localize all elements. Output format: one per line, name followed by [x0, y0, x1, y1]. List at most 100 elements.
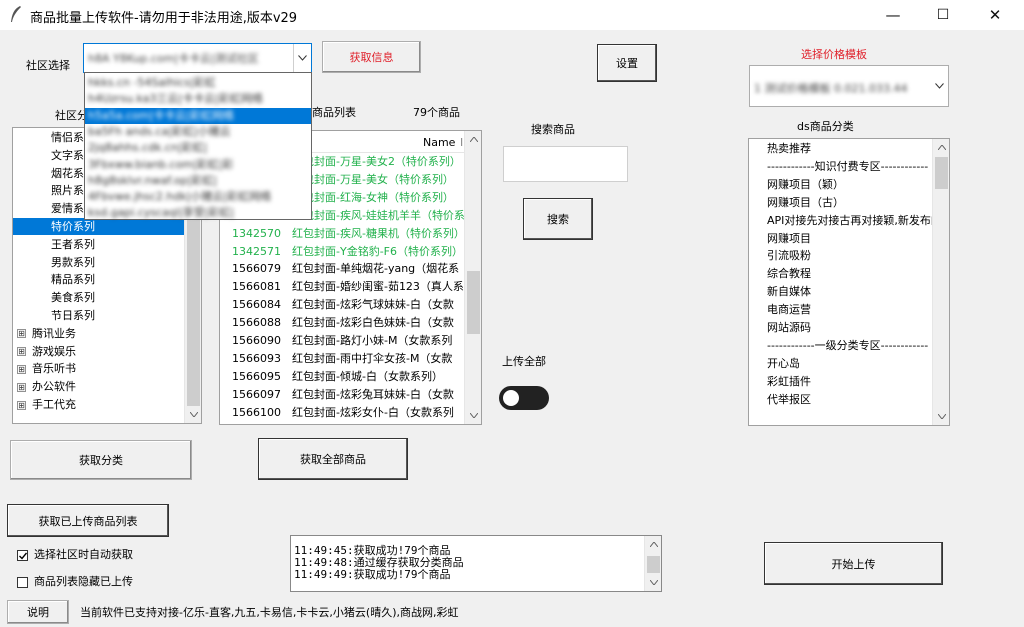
table-row[interactable]: 1566088 红包封面-炫彩白色妹妹-白（女款 [220, 314, 466, 332]
expand-icon[interactable]: ⊞ [17, 364, 26, 374]
list-item[interactable]: 代举报区 [749, 391, 935, 409]
table-row[interactable]: 1566090 红包封面-路灯小妹-M（女款系列 [220, 332, 466, 350]
log-scrollbar[interactable] [644, 536, 661, 591]
scroll-up-icon[interactable] [465, 131, 481, 148]
price-template-select[interactable]: 1 测试价格模板 0.021.033.44 [749, 65, 949, 107]
scroll-thumb[interactable] [935, 157, 948, 189]
settings-button[interactable]: 设置 [597, 44, 657, 82]
community-option[interactable]: ksd.gapi.cyscaql|享受|彩虹| [85, 205, 311, 221]
tree-group[interactable]: ⊞ 腾讯业务 [17, 325, 76, 342]
community-option[interactable]: 3Fbxww.bianb.com|彩虹|彩 [85, 157, 311, 173]
scroll-thumb[interactable] [187, 201, 200, 406]
list-item[interactable]: 网赚项目（古） [749, 194, 935, 212]
start-upload-button[interactable]: 开始上传 [764, 542, 943, 585]
log-lines: 11:49:45:获取成功!79个商品 11:49:48:通过缓存获取分类商品 11… [294, 545, 464, 581]
tree-group[interactable]: ⊞ 办公软件 [17, 378, 76, 395]
chevron-down-icon[interactable] [293, 44, 311, 72]
fetch-category-button[interactable]: 获取分类 [10, 440, 192, 480]
scroll-down-icon[interactable] [645, 574, 661, 591]
hide-uploaded-checkbox[interactable] [17, 576, 28, 588]
community-option[interactable]: 4Fbvwe.jhsc2.hdk|小猪云|彩虹网络 [85, 189, 311, 205]
community-option-label: 4Fbvwe.jhsc2.hdk|小猪云|彩虹网络 [88, 190, 272, 204]
scroll-up-icon[interactable] [645, 536, 661, 553]
tree-group[interactable]: ⊞ 手工代充 [17, 396, 76, 413]
list-item[interactable]: 开心岛 [749, 355, 935, 373]
list-item[interactable]: 热卖推荐 [749, 140, 935, 158]
tree-group-label: 手工代充 [32, 398, 76, 411]
tree-item[interactable]: 节日系列 [13, 307, 185, 324]
table-row[interactable]: 1342571 红包封面-Y金铭豹-F6（特价系列） [220, 243, 466, 261]
community-option[interactable]: h8g8sklvr.nwaf.op|彩虹| [85, 173, 311, 189]
tree-group[interactable]: ⊞ 游戏娱乐 [17, 343, 76, 360]
product-id: 1566079 [232, 262, 281, 276]
table-row[interactable]: 1566097 红包封面-炫彩兔耳妹妹-白（女款 [220, 386, 466, 404]
community-dropdown[interactable]: hkks.cn -54Salhics|彩虹 h4Uzrsu.ka3三云|卡卡云|彩… [84, 72, 312, 220]
scroll-thumb[interactable] [647, 556, 660, 573]
product-table-scrollbar[interactable] [464, 131, 481, 424]
expand-icon[interactable]: ⊞ [17, 400, 26, 410]
hide-uploaded-option[interactable]: 商品列表隐藏已上传 [17, 573, 133, 589]
tree-group[interactable]: ⊞ 音乐听书 [17, 360, 76, 377]
table-row[interactable]: 1566084 红包封面-炫彩气球妹妹-白（女款 [220, 296, 466, 314]
list-item[interactable]: 新自媒体 [749, 283, 935, 301]
list-item[interactable]: 电商运营 [749, 301, 935, 319]
help-button[interactable]: 说明 [7, 600, 69, 624]
table-row[interactable]: 1566100 红包封面-炫彩女仆-白（女款系列 [220, 404, 466, 422]
community-option[interactable]: 2jq8ahhs.cdk.cn|彩虹| [85, 140, 311, 156]
chevron-down-icon[interactable] [930, 66, 948, 106]
list-item[interactable]: 网站源码 [749, 319, 935, 337]
search-input[interactable] [503, 146, 628, 182]
table-row[interactable]: 1566095 红包封面-倾城-白（女款系列） [220, 368, 466, 386]
fetch-all-products-button[interactable]: 获取全部商品 [258, 438, 408, 480]
table-row[interactable]: 1342570 红包封面-疾风-糖果机（特价系列） [220, 225, 466, 243]
table-row[interactable]: 1566093 红包封面-雨中打伞女孩-M（女款 [220, 350, 466, 368]
expand-icon[interactable]: ⊞ [17, 329, 26, 339]
column-header-name[interactable]: Name [423, 136, 455, 149]
footer-support-text: 当前软件已支持对接-亿乐-直客,九五,卡易信,卡卡云,小猪云(晴久),商战网,彩… [80, 606, 459, 619]
expand-icon[interactable]: ⊞ [17, 347, 26, 357]
list-item[interactable]: 网赚项目（颖） [749, 176, 935, 194]
scroll-down-icon[interactable] [465, 407, 481, 424]
search-label: 搜索商品 [531, 123, 575, 136]
column-header-next[interactable]: I [460, 136, 463, 149]
list-item[interactable]: 综合教程 [749, 265, 935, 283]
close-button[interactable]: ✕ [972, 0, 1018, 30]
scroll-down-icon[interactable] [185, 406, 201, 423]
tree-item[interactable]: 男款系列 [13, 254, 185, 271]
table-row[interactable]: 1566081 红包封面-婚纱闺蜜-茹123（真人系 [220, 278, 466, 296]
expand-icon[interactable]: ⊞ [17, 382, 26, 392]
fetch-uploaded-button[interactable]: 获取已上传商品列表 [7, 504, 169, 537]
tree-item[interactable]: 美食系列 [13, 289, 185, 306]
maximize-button[interactable]: ☐ [920, 0, 966, 30]
app-feather-icon [11, 6, 21, 22]
log-box[interactable]: 11:49:45:获取成功!79个商品 11:49:48:通过缓存获取分类商品 11… [290, 535, 662, 592]
list-item[interactable]: ------------知识付费专区------------ [749, 158, 935, 176]
scroll-down-icon[interactable] [933, 408, 949, 425]
minimize-button[interactable]: — [870, 0, 916, 30]
search-button[interactable]: 搜索 [523, 198, 593, 240]
auto-fetch-checkbox[interactable] [17, 549, 28, 561]
list-item[interactable]: 引流吸粉 [749, 247, 935, 265]
tree-item[interactable]: 精品系列 [13, 271, 185, 288]
scroll-thumb[interactable] [467, 271, 480, 334]
list-item[interactable]: ------------一级分类专区------------ [749, 337, 935, 355]
title-bar: 商品批量上传软件-请勿用于非法用途,版本v29 — ☐ ✕ [0, 0, 1024, 30]
tree-item[interactable]: 王者系列 [13, 236, 185, 253]
community-option[interactable]: h4Uzrsu.ka3三云|卡卡云|彩虹网络 [85, 91, 311, 107]
community-option[interactable]: ba5Fh ands.ca|彩虹|小猪云 [85, 124, 311, 140]
ds-category-scrollbar[interactable] [932, 139, 949, 425]
list-item[interactable]: 网赚项目 [749, 230, 935, 248]
scroll-up-icon[interactable] [933, 139, 949, 156]
list-item[interactable]: API对接先对接古再对接颖,新发布的 [749, 212, 935, 230]
community-option[interactable]: hkks.cn -54Salhics|彩虹 [85, 75, 311, 91]
fetch-info-button[interactable]: 获取信息 [322, 41, 421, 73]
community-select[interactable]: h8A Y8Kup.com|卡卡云|测试社区 [83, 43, 312, 73]
community-option-label: h4Uzrsu.ka3三云|卡卡云|彩虹网络 [88, 92, 263, 106]
product-id: 1566100 [232, 405, 281, 419]
upload-all-toggle[interactable] [499, 386, 549, 410]
community-option[interactable]: h5a5a.com|卡卡云|彩虹网络 [85, 107, 311, 124]
list-item[interactable]: 彩虹插件 [749, 373, 935, 391]
table-row[interactable]: 1566079 红包封面-单纯烟花-yang（烟花系 [220, 260, 466, 278]
ds-category-list[interactable]: 热卖推荐 ------------知识付费专区------------ 网赚项目（颖… [748, 138, 950, 426]
auto-fetch-option[interactable]: 选择社区时自动获取 [17, 546, 133, 562]
